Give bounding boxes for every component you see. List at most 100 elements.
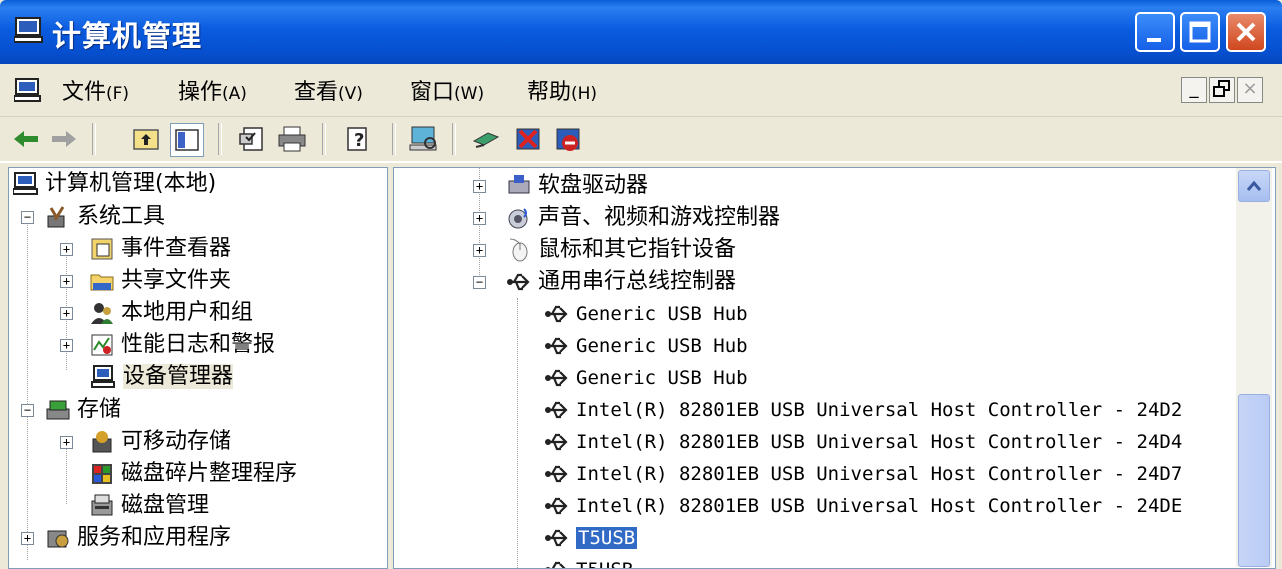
- restore-icon: [1213, 80, 1230, 97]
- usb-device-item[interactable]: Generic USB Hub: [544, 330, 748, 362]
- child-minimize-button[interactable]: _: [1181, 77, 1207, 103]
- mouse-icon: [509, 238, 528, 262]
- usb-icon: [545, 401, 568, 419]
- vertical-scrollbar[interactable]: [1236, 168, 1272, 567]
- menu-help[interactable]: 帮助(H): [527, 74, 597, 106]
- tree-node-local-users[interactable]: 本地用户和组: [89, 297, 253, 329]
- expand-toggle[interactable]: +: [473, 244, 486, 257]
- tree-node-event-viewer[interactable]: 事件查看器: [89, 233, 231, 265]
- usb-device-item[interactable]: Intel(R) 82801EB USB Universal Host Cont…: [544, 458, 1182, 490]
- usb-device-item[interactable]: Intel(R) 82801EB USB Universal Host Cont…: [544, 426, 1182, 458]
- svg-text:?: ?: [354, 130, 364, 151]
- device-category-floppy[interactable]: 软盘驱动器: [506, 170, 648, 202]
- usb-device-item[interactable]: Generic USB Hub: [544, 362, 748, 394]
- toolbar-separator: [392, 123, 396, 155]
- tree-node-device-manager[interactable]: 设备管理器: [91, 361, 234, 393]
- collapse-toggle[interactable]: −: [473, 276, 486, 289]
- mmc-console-icon[interactable]: [14, 77, 42, 103]
- scroll-up-button[interactable]: [1238, 170, 1270, 202]
- usb-device-item[interactable]: Generic USB Hub: [544, 298, 748, 330]
- forward-arrow-icon[interactable]: [48, 123, 80, 155]
- console-tree-pane[interactable]: 计算机管理(本地) − 系统工具 + 事件查看器 + 共享文件夹 + 本地用户和…: [8, 167, 388, 569]
- uninstall-device-icon[interactable]: [552, 123, 584, 155]
- disk-management-icon: [91, 494, 113, 516]
- menu-file[interactable]: 文件(F): [62, 74, 129, 106]
- tree-node-shared-folders[interactable]: 共享文件夹: [89, 265, 231, 297]
- usb-device-item-selected[interactable]: T5USB: [544, 522, 638, 554]
- usb-icon: [545, 433, 568, 451]
- computer-icon: [13, 172, 38, 195]
- expand-toggle[interactable]: +: [21, 532, 34, 545]
- floppy-drive-icon: [508, 175, 530, 194]
- storage-icon: [46, 400, 70, 420]
- toolbar-separator: [322, 123, 326, 155]
- usb-device-item[interactable]: Intel(R) 82801EB USB Universal Host Cont…: [544, 490, 1182, 522]
- disable-device-icon[interactable]: [512, 123, 544, 155]
- child-restore-button[interactable]: [1209, 77, 1235, 103]
- services-apps-icon: [47, 530, 69, 548]
- collapse-toggle[interactable]: −: [21, 211, 34, 224]
- usb-icon: [545, 305, 568, 323]
- usb-device-item[interactable]: Intel(R) 82801EB USB Universal Host Cont…: [544, 394, 1182, 426]
- toolbar-separator: [452, 123, 456, 155]
- maximize-icon: [1189, 21, 1211, 43]
- close-button[interactable]: [1226, 12, 1266, 52]
- usb-icon: [545, 337, 568, 355]
- usb-icon: [545, 561, 566, 568]
- minimize-button[interactable]: [1135, 12, 1175, 52]
- tree-node-system-tools[interactable]: 系统工具: [45, 201, 165, 233]
- expand-toggle[interactable]: +: [60, 436, 73, 449]
- event-viewer-icon: [91, 238, 113, 260]
- device-tree-pane[interactable]: + 软盘驱动器 + 声音、视频和游戏控制器 + 鼠标和其它指针设备 − 通用串行…: [393, 167, 1276, 569]
- toolbar-separator: [218, 123, 222, 155]
- menu-view[interactable]: 查看(V): [294, 74, 363, 106]
- update-driver-icon[interactable]: [470, 123, 502, 155]
- show-hide-tree-icon[interactable]: [170, 123, 204, 157]
- up-folder-icon[interactable]: [130, 123, 162, 155]
- scroll-thumb[interactable]: [1238, 394, 1270, 567]
- close-icon: [1236, 22, 1256, 42]
- help-icon[interactable]: ?: [342, 123, 374, 155]
- tree-node-removable-storage[interactable]: 可移动存储: [89, 426, 231, 458]
- scan-hardware-icon[interactable]: [408, 123, 440, 155]
- chevron-up-icon: [1246, 180, 1262, 191]
- expand-toggle[interactable]: +: [60, 339, 73, 352]
- tree-node-disk-management[interactable]: 磁盘管理: [89, 490, 209, 522]
- tree-line: [66, 444, 67, 504]
- properties-icon[interactable]: [236, 123, 268, 155]
- maximize-button[interactable]: [1180, 12, 1220, 52]
- menu-window[interactable]: 窗口(W): [410, 74, 484, 106]
- device-category-usb[interactable]: 通用串行总线控制器: [506, 266, 736, 298]
- minimize-icon: [1147, 38, 1161, 42]
- tree-node-root[interactable]: 计算机管理(本地): [13, 168, 216, 200]
- expand-toggle[interactable]: +: [60, 275, 73, 288]
- child-close-button[interactable]: ×: [1237, 77, 1263, 103]
- window-title: 计算机管理: [52, 19, 203, 53]
- speaker-icon: [508, 208, 528, 229]
- device-manager-icon: [91, 365, 115, 388]
- system-tools-icon: [47, 206, 65, 228]
- device-category-sound[interactable]: 声音、视频和游戏控制器: [506, 202, 780, 234]
- back-arrow-icon[interactable]: [10, 123, 42, 155]
- performance-logs-icon: [91, 334, 113, 356]
- users-icon: [91, 303, 113, 324]
- toolbar-separator: [92, 123, 96, 155]
- collapse-toggle[interactable]: −: [21, 404, 34, 417]
- menu-bar: 文件(F) 操作(A) 查看(V) 窗口(W) 帮助(H) _ ×: [0, 64, 1282, 117]
- menu-action[interactable]: 操作(A): [178, 74, 247, 106]
- print-icon[interactable]: [276, 123, 308, 155]
- tree-node-perf-logs[interactable]: 性能日志和警报: [89, 329, 275, 361]
- expand-toggle[interactable]: +: [473, 180, 486, 193]
- usb-icon: [545, 369, 568, 387]
- shared-folder-icon: [90, 274, 114, 291]
- tree-node-services-apps[interactable]: 服务和应用程序: [45, 522, 231, 554]
- tree-node-defrag[interactable]: 磁盘碎片整理程序: [89, 458, 297, 490]
- tree-node-storage[interactable]: 存储: [45, 394, 121, 426]
- expand-toggle[interactable]: +: [473, 212, 486, 225]
- defrag-icon: [92, 464, 112, 484]
- expand-toggle[interactable]: +: [60, 243, 73, 256]
- usb-icon: [545, 465, 568, 483]
- device-category-mouse[interactable]: 鼠标和其它指针设备: [506, 234, 736, 266]
- expand-toggle[interactable]: +: [60, 307, 73, 320]
- title-bar[interactable]: 计算机管理: [0, 0, 1282, 64]
